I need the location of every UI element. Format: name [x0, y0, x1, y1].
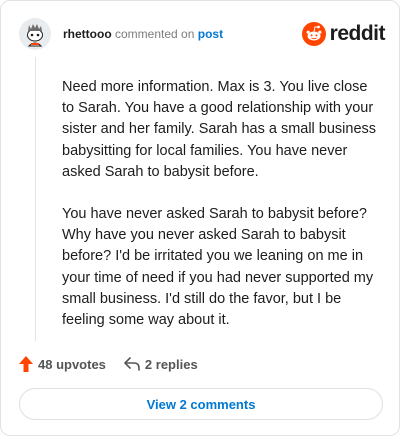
- view-comments-button[interactable]: View 2 comments: [19, 388, 383, 420]
- reddit-logo[interactable]: reddit: [301, 22, 386, 46]
- comment-paragraph: Need more information. Max is 3. You liv…: [62, 79, 377, 180]
- reddit-logo-icon: [301, 22, 326, 46]
- reply-count: 2 replies: [144, 356, 198, 372]
- comment-meta: rhettooo commented on post: [63, 27, 223, 41]
- upvote-count: 48 upvotes: [38, 356, 106, 372]
- username-link[interactable]: rhettooo: [63, 27, 112, 41]
- comment-card: rhettooo commented on post reddit Need m…: [0, 0, 400, 436]
- comment-body: Need more information. Max is 3. You liv…: [62, 77, 382, 331]
- comment-header: rhettooo commented on post reddit: [19, 17, 386, 51]
- upvote-button[interactable]: 48 upvotes: [19, 356, 106, 372]
- reddit-wordmark: reddit: [329, 22, 386, 45]
- reply-arrow-icon: [124, 357, 140, 371]
- replies-button[interactable]: 2 replies: [124, 357, 198, 372]
- upvote-arrow-icon: [19, 356, 33, 372]
- snoo-avatar-icon: [19, 18, 51, 50]
- comment-paragraph: You have never asked Sarah to babysit be…: [62, 206, 374, 329]
- comment-actions: 48 upvotes 2 replies: [19, 353, 198, 375]
- user-avatar[interactable]: [19, 18, 51, 50]
- post-link[interactable]: post: [198, 27, 223, 41]
- thread-line: [35, 57, 36, 341]
- action-text: commented on: [115, 27, 195, 41]
